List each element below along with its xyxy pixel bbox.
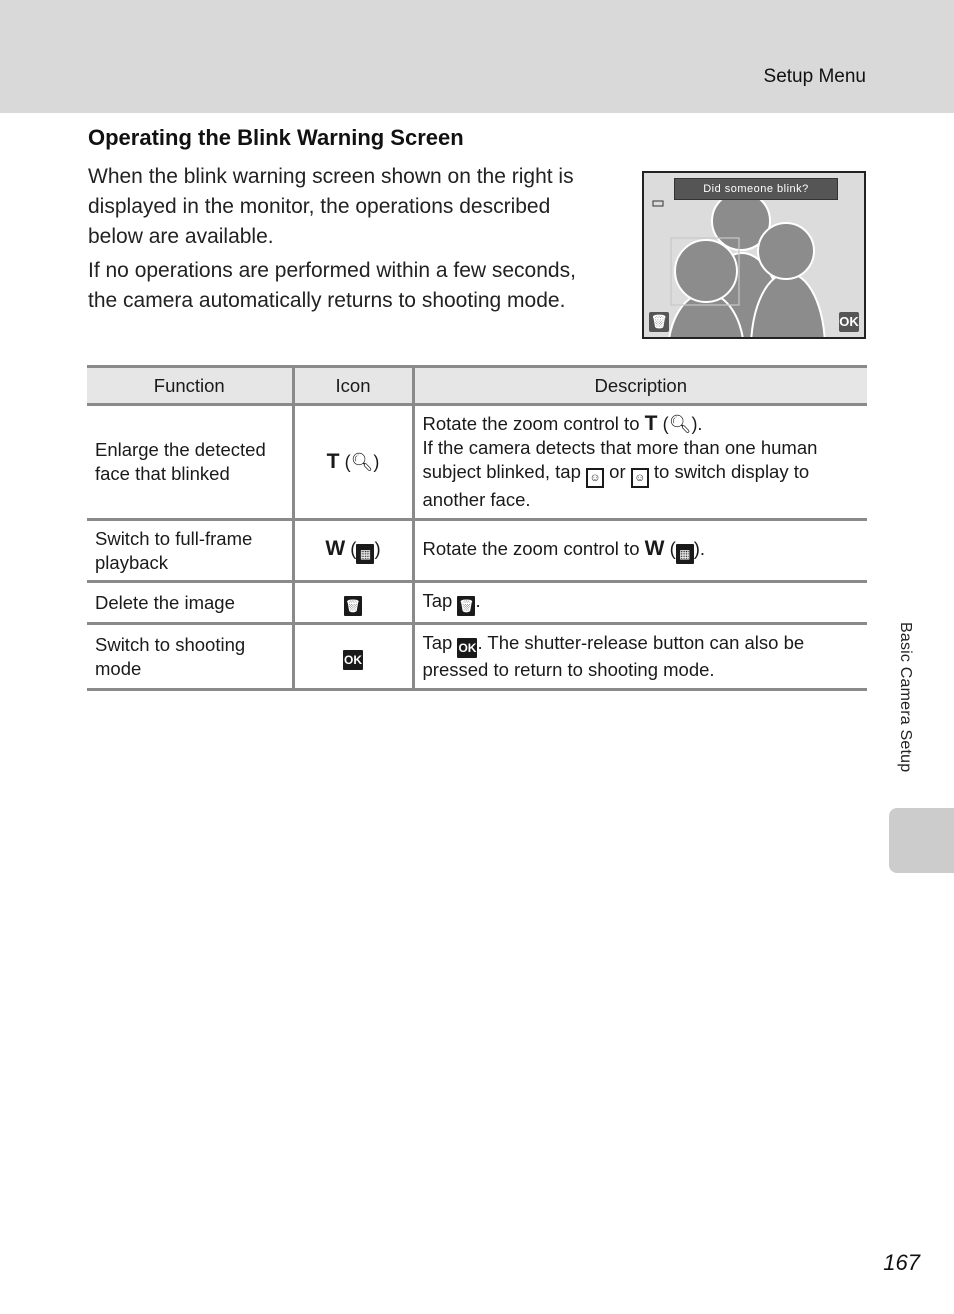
chapter-tab [889, 808, 954, 873]
trash-icon: 🗑︎ [457, 596, 476, 616]
icon-cell: OK [291, 623, 413, 691]
description-cell: Rotate the zoom control to T (🔍︎). If th… [411, 404, 867, 521]
page-number: 167 [883, 1250, 920, 1275]
ok-icon: OK [457, 638, 478, 658]
next-face-icon: ☺ [630, 468, 649, 488]
description-cell: Tap 🗑︎. [411, 581, 867, 625]
blink-warning-screen-illustration: Did someone blink? 🗑︎ OK [642, 171, 866, 339]
table-row: Switch to shooting mode OK Tap OK. The s… [87, 623, 867, 691]
description-text: Tap [422, 632, 453, 653]
intro-text: When the blink warning screen shown on t… [88, 162, 608, 316]
description-text: . The shutter-release button can also be… [422, 632, 805, 680]
description-text: . [475, 590, 481, 611]
table-row: Enlarge the detected face that blinked T… [87, 404, 867, 521]
description-cell: Tap OK. The shutter-release button can a… [411, 623, 867, 691]
magnify-icon: (🔍︎). [662, 414, 703, 434]
tele-letter: T [644, 412, 658, 435]
trash-icon: 🗑︎ [649, 312, 669, 332]
tele-letter: T [326, 450, 340, 473]
wide-letter: W [325, 537, 346, 560]
table-row: Switch to full-frame playback W (▦) Rota… [87, 519, 867, 583]
intro-paragraph: If no operations are performed within a … [88, 259, 576, 312]
chapter-side-label: Basic Camera Setup [897, 622, 914, 773]
page-title: Operating the Blink Warning Screen [88, 125, 464, 150]
magnify-icon: (🔍︎) [344, 452, 380, 472]
person-head [757, 222, 815, 280]
function-cell: Delete the image [87, 581, 293, 625]
battery-icon [652, 200, 664, 207]
thumbnail-icon: ▦ [675, 544, 694, 564]
operations-table: Function Icon Description Enlarge the de… [87, 365, 867, 691]
section-title: Setup Menu [763, 66, 866, 87]
description-cell: Rotate the zoom control to W (▦). [411, 519, 867, 583]
column-header-description: Description [411, 365, 867, 406]
description-text: Rotate the zoom control to [422, 413, 640, 434]
table-header-row: Function Icon Description [87, 365, 867, 406]
icon-cell: 🗑︎ [291, 581, 413, 625]
icon-cell: W (▦) [291, 519, 413, 583]
description-text: Tap [422, 590, 453, 611]
column-header-function: Function [87, 365, 293, 406]
previous-face-icon: ☺ [586, 468, 605, 488]
function-cell: Switch to full-frame playback [87, 519, 293, 583]
table-row: Delete the image 🗑︎ Tap 🗑︎. [87, 581, 867, 625]
thumbnail-icon: ▦ [356, 544, 375, 564]
function-cell: Switch to shooting mode [87, 623, 293, 691]
column-header-icon: Icon [291, 365, 413, 406]
description-text: Rotate the zoom control to [422, 538, 640, 559]
function-cell: Enlarge the detected face that blinked [87, 404, 293, 521]
blink-warning-banner: Did someone blink? [674, 178, 838, 200]
ok-button-icon: OK [839, 312, 859, 332]
trash-icon: 🗑︎ [344, 596, 362, 616]
icon-cell: T (🔍︎) [291, 404, 413, 521]
description-text: or [609, 461, 626, 482]
intro-paragraph: When the blink warning screen shown on t… [88, 165, 574, 248]
person-head [674, 239, 738, 303]
header-band: Setup Menu [0, 0, 954, 113]
ok-icon: OK [343, 650, 363, 670]
wide-letter: W [644, 537, 665, 560]
